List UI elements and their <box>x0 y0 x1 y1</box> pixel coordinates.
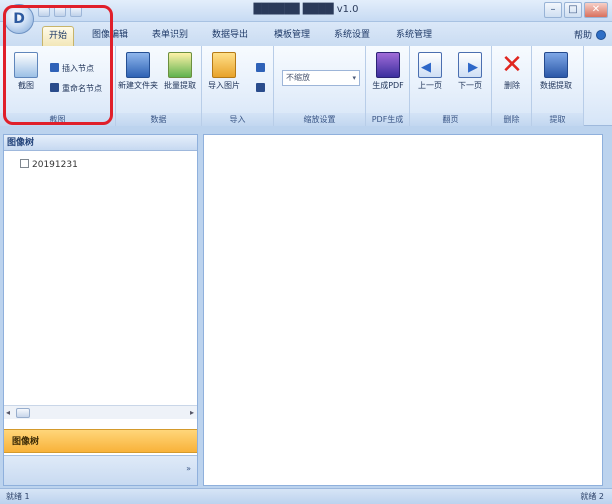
chevron-right-icon[interactable]: » <box>186 464 191 473</box>
delete-icon: ✕ <box>501 50 523 80</box>
screenshot-button[interactable]: 截图 <box>6 50 46 108</box>
import-image-button[interactable]: 导入图片 <box>204 50 244 108</box>
tab-system-manage[interactable]: 系统管理 <box>390 26 438 46</box>
next-page-button[interactable]: ▶ 下一页 <box>450 50 490 108</box>
rename-node-button[interactable]: 重命名节点 <box>50 82 102 96</box>
group-screenshot: 截图 插入节点 重命名节点 截图 <box>0 46 116 126</box>
horizontal-scrollbar[interactable]: ◂ ▸ <box>4 405 197 419</box>
help-menu[interactable]: 帮助 <box>574 28 592 41</box>
group-label-screenshot: 截图 <box>0 113 115 126</box>
picture-icon <box>168 52 192 78</box>
image-view-area[interactable] <box>203 134 603 486</box>
rename-node-icon <box>50 83 59 92</box>
prev-page-icon: ◀ <box>418 52 442 78</box>
group-delete: ✕ 删除 删除 <box>492 46 532 126</box>
screenshot-icon <box>14 52 38 78</box>
scroll-left-icon[interactable]: ◂ <box>6 408 10 417</box>
data-extract-button[interactable]: 数据提取 <box>536 50 576 108</box>
node-up-button[interactable] <box>256 62 268 76</box>
window-controls: – □ ✕ <box>544 2 608 18</box>
group-extract: 数据提取 提取 <box>532 46 584 126</box>
status-left: 就绪 1 <box>6 492 30 501</box>
scroll-right-icon[interactable]: ▸ <box>190 408 194 417</box>
scale-dropdown[interactable]: 不缩放 ▾ <box>282 70 360 86</box>
next-page-icon: ▶ <box>458 52 482 78</box>
group-label-import: 导入 <box>202 113 273 126</box>
group-label-scale: 缩放设置 <box>274 113 365 126</box>
maximize-button[interactable]: □ <box>564 2 582 18</box>
folder-icon <box>212 52 236 78</box>
prev-page-button[interactable]: ◀ 上一页 <box>410 50 450 108</box>
tree-item[interactable]: 20191231 <box>20 159 78 170</box>
tab-data-export[interactable]: 数据导出 <box>206 26 254 46</box>
image-tree-nav-button[interactable]: 图像树 <box>4 429 197 453</box>
ribbon-tabs: 开始 图像编辑 表单识别 数据导出 模板管理 系统设置 系统管理 帮助 <box>0 22 612 46</box>
insert-node-icon <box>50 63 59 72</box>
window-title: ██████ ████ v1.0 <box>253 4 359 15</box>
new-folder-button[interactable]: 新建文件夹 <box>118 50 158 108</box>
app-logo-icon: D <box>13 11 25 27</box>
batch-extract-button[interactable]: 批量提取 <box>160 50 200 108</box>
group-label-extract: 提取 <box>532 113 583 126</box>
minimize-button[interactable]: – <box>544 2 562 18</box>
group-label-pdf: PDF生成 <box>366 113 409 126</box>
tab-system-settings[interactable]: 系统设置 <box>328 26 376 46</box>
insert-node-button[interactable]: 插入节点 <box>50 62 94 76</box>
panel-title: 图像树 <box>4 135 197 151</box>
group-scale: 缩放设置 <box>274 46 366 126</box>
title-bar: ██████ ████ v1.0 – □ ✕ <box>0 0 612 22</box>
tab-form-recognition[interactable]: 表单识别 <box>146 26 194 46</box>
app-menu-button[interactable]: D <box>4 4 34 34</box>
delete-button[interactable]: ✕ 删除 <box>492 50 532 108</box>
group-pdf: 生成PDF PDF生成 <box>366 46 410 126</box>
help-icon[interactable] <box>596 30 606 40</box>
node-down-icon <box>256 83 265 92</box>
scroll-thumb[interactable] <box>16 408 30 418</box>
group-data: 新建文件夹 批量提取 数据 <box>116 46 202 126</box>
node-up-icon <box>256 63 265 72</box>
node-down-button[interactable] <box>256 82 268 96</box>
group-label-page: 翻页 <box>410 113 491 126</box>
generate-pdf-button[interactable]: 生成PDF <box>368 50 408 108</box>
ribbon: 截图 插入节点 重命名节点 截图 新建文件夹 批量提取 数据 导入图片 导入 缩… <box>0 46 612 126</box>
tab-start[interactable]: 开始 <box>42 26 75 46</box>
tab-image-edit[interactable]: 图像编辑 <box>86 26 134 46</box>
group-label-delete: 删除 <box>492 113 531 126</box>
extract-icon <box>544 52 568 78</box>
pdf-icon <box>376 52 400 78</box>
group-import: 导入图片 导入 <box>202 46 274 126</box>
close-button[interactable]: ✕ <box>584 2 608 18</box>
chevron-down-icon: ▾ <box>352 74 356 82</box>
image-tree-panel: 图像树 20191231 ◂ ▸ 图像树 » <box>3 134 198 486</box>
status-bar: 就绪 1 就绪 2 <box>0 488 612 504</box>
panel-footer: » <box>4 455 197 485</box>
checkbox-icon[interactable] <box>20 159 29 168</box>
tab-template-manage[interactable]: 模板管理 <box>268 26 316 46</box>
group-page: ◀ 上一页 ▶ 下一页 翻页 <box>410 46 492 126</box>
group-label-data: 数据 <box>116 113 201 126</box>
folder-tree-icon <box>126 52 150 78</box>
status-right: 就绪 2 <box>580 492 604 501</box>
